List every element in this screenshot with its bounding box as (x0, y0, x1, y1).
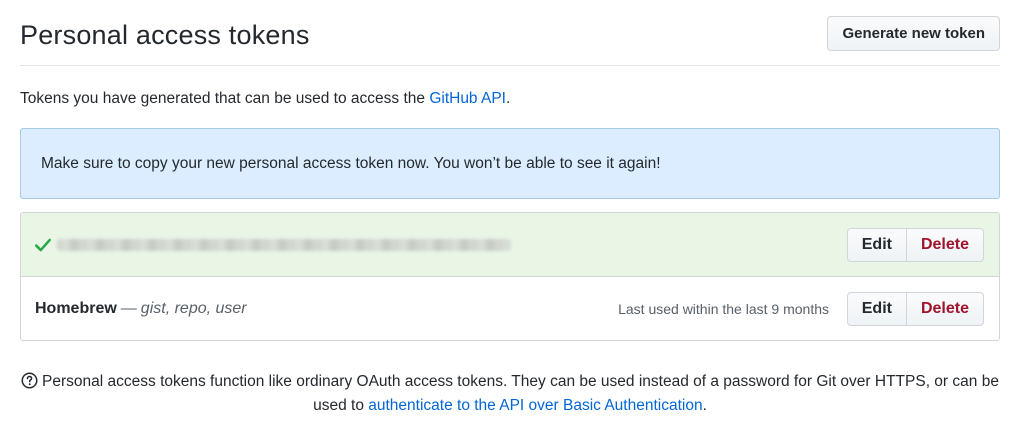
edit-button[interactable]: Edit (846, 228, 907, 262)
delete-button[interactable]: Delete (906, 228, 984, 262)
check-icon (35, 238, 51, 252)
edit-button[interactable]: Edit (846, 292, 907, 326)
token-value-blurred (57, 239, 511, 251)
page-title: Personal access tokens (20, 20, 310, 50)
token-name: Homebrew (35, 300, 117, 317)
generate-new-token-button[interactable]: Generate new token (827, 16, 1000, 51)
separator: — (120, 300, 137, 317)
footnote-text-after: . (702, 397, 707, 414)
intro-text-after: . (506, 90, 511, 107)
question-icon (21, 372, 38, 389)
intro-text-before: Tokens you have generated that can be us… (20, 90, 430, 107)
token-actions: Edit Delete (846, 228, 984, 262)
footnote: Personal access tokens function like ord… (20, 370, 1000, 418)
intro-text: Tokens you have generated that can be us… (20, 90, 510, 108)
basic-auth-link[interactable]: authenticate to the API over Basic Authe… (368, 397, 702, 414)
delete-button[interactable]: Delete (906, 292, 984, 326)
page-header: Personal access tokens Generate new toke… (20, 14, 1000, 66)
token-actions: Edit Delete (846, 292, 984, 326)
flash-message: Make sure to copy your new personal acce… (41, 155, 661, 172)
flash-notice: Make sure to copy your new personal acce… (20, 128, 1000, 199)
github-api-link[interactable]: GitHub API (429, 90, 506, 107)
token-scopes: gist, repo, user (140, 300, 247, 317)
token-row-homebrew: Homebrew — gist, repo, user Last used with… (21, 277, 999, 340)
token-row-new: Edit Delete (21, 213, 999, 277)
token-description: Homebrew — gist, repo, user (35, 277, 247, 340)
token-list: Edit Delete Homebrew — gist, repo, user La… (20, 212, 1000, 341)
last-used-text: Last used within the last 9 months (618, 301, 829, 317)
